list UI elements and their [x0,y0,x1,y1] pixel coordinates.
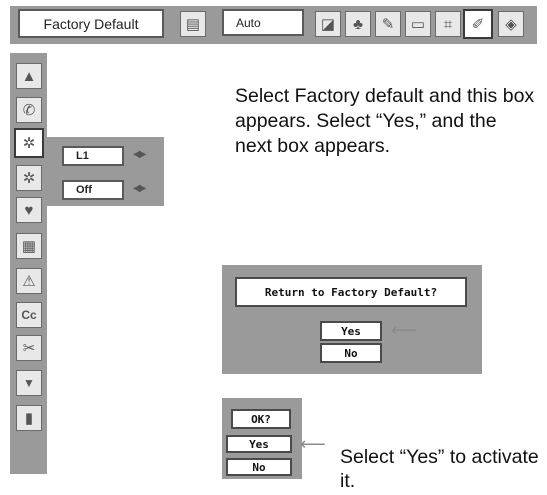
move-up-icon[interactable]: ▲ [16,63,42,89]
pointer-arrow-icon: ⟵ [300,434,326,454]
dialog-question: Return to Factory Default? [235,277,467,307]
screen-adjust-icon[interactable]: ✎ [375,11,401,37]
pointer-arrow-icon: ⟵ [391,320,417,340]
adjust-arrows-icon[interactable]: ◀▶ [133,149,146,160]
ok-title: OK? [231,409,291,429]
filter-icon[interactable]: ▦ [16,233,42,259]
color-adjust-icon[interactable]: ♣ [345,11,371,37]
fan-icon[interactable]: ✲ [16,165,42,191]
tools-icon[interactable]: ✂ [16,335,42,361]
move-down-icon[interactable]: ▼ [16,370,42,396]
setting-icon[interactable]: ▭ [405,11,431,37]
no-button[interactable]: No [226,458,292,476]
instruction-text: Select Factory default and this box appe… [235,85,535,157]
activate-text: Select “Yes” to activate it. [340,446,539,492]
fan-setting-value[interactable]: Off [62,180,124,200]
closed-caption-icon[interactable]: Cc [16,302,42,328]
exit-icon[interactable]: ▮ [16,405,42,431]
pc-adjust-icon[interactable]: ◪ [315,11,341,37]
factory-default-icon[interactable]: ✐ [463,9,493,39]
display-icon[interactable]: ◈ [498,11,524,37]
information-icon[interactable]: ⌗ [435,11,461,37]
wrench-icon[interactable]: ✆ [16,97,42,123]
fan-mode-value[interactable]: L1 [62,146,124,166]
adjust-arrows-icon[interactable]: ◀▶ [133,183,146,194]
yes-button[interactable]: Yes [320,321,382,341]
warning-icon[interactable]: ⚠ [16,268,42,294]
mode-value[interactable]: Auto [222,9,304,36]
auto-pc-icon[interactable]: ▤ [180,11,206,37]
fan-control-icon[interactable]: ✲ [14,128,44,158]
yes-button[interactable]: Yes [226,435,292,453]
menu-title: Factory Default [18,9,164,38]
no-button[interactable]: No [320,343,382,363]
lamp-icon[interactable]: ♥ [16,197,42,223]
